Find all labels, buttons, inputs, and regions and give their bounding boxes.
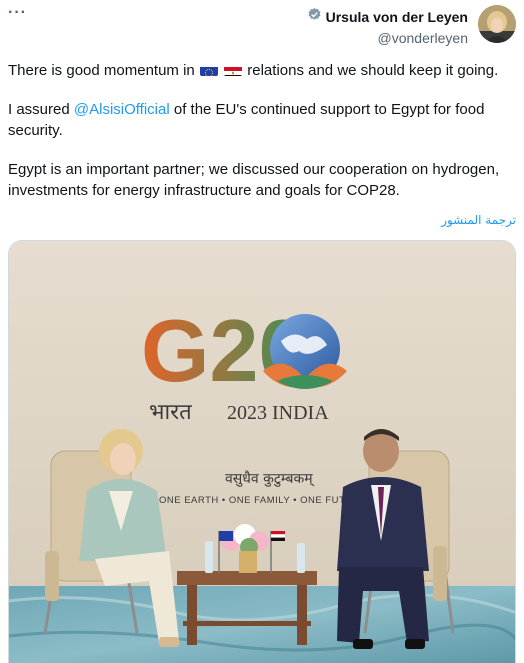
year-country-text: 2023 INDIA [227, 402, 329, 424]
tweet-photo[interactable]: G20 भारत 2023 INDIA वसुधैव कुटुम्बकम् ON… [8, 240, 516, 663]
tweet-text-segment: There is good momentum in [8, 62, 199, 79]
tweet-text: There is good momentum in relations and … [8, 60, 516, 219]
motto-english-text: ONE EARTH • ONE FAMILY • ONE FUTURE [159, 495, 367, 506]
verified-badge-icon [307, 7, 322, 27]
avatar[interactable] [478, 5, 516, 43]
hindi-bharat-text: भारत [149, 400, 192, 425]
eu-flag-icon [199, 64, 218, 76]
tweet-paragraph-2: I assured @AlsisiOfficial of the EU's co… [8, 99, 516, 141]
tweet-text-segment: relations and we should keep it going. [243, 62, 499, 79]
tweet-paragraph-1: There is good momentum in relations and … [8, 60, 516, 81]
translate-post-link[interactable]: ترجمة المنشور [441, 213, 516, 227]
tweet-header: ··· Ursula von der Leyen @vonderleyen [0, 0, 524, 50]
photo-scene: G20 भारत 2023 INDIA वसुधैव कुटुम्बकम् ON… [9, 241, 515, 663]
tweet-text-segment: I assured [8, 101, 74, 118]
tweet-paragraph-3: Egypt is an important partner; we discus… [8, 161, 500, 199]
mention-link[interactable]: @AlsisiOfficial [74, 101, 170, 118]
egypt-flag-icon [224, 64, 243, 76]
author-name[interactable]: Ursula von der Leyen [326, 9, 468, 25]
author-name-row: Ursula von der Leyen [307, 7, 468, 27]
motto-hindi-text: वसुधैव कुटुम्बकम् [225, 470, 315, 487]
more-options-button[interactable]: ··· [8, 4, 27, 22]
author-handle[interactable]: @vonderleyen [307, 30, 469, 46]
author-block[interactable]: Ursula von der Leyen @vonderleyen [307, 7, 468, 46]
side-table [177, 571, 317, 585]
